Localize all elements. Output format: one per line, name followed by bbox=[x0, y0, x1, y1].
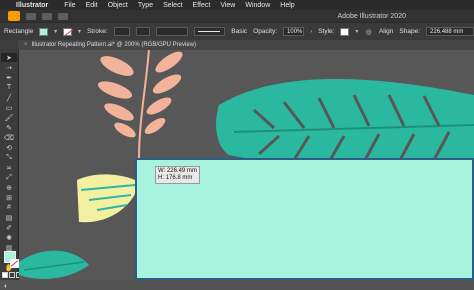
variable-width-dropdown[interactable] bbox=[155, 27, 188, 36]
fill-swatch[interactable] bbox=[39, 27, 49, 36]
chevron-down-icon[interactable]: ▾ bbox=[54, 28, 57, 35]
illustrator-logo-icon bbox=[8, 11, 20, 21]
gradient-mode-icon[interactable] bbox=[9, 272, 15, 278]
yellow-leaf[interactable] bbox=[77, 174, 139, 223]
tools-panel: ➤ ⇢ ✒ T ╱ ▭ 🖌 ✎ ⌫ ⟲ ⤡ ≍ ⤢ ⊕ ⊞ # ▤ ✐ ✺ ▥ … bbox=[0, 40, 22, 290]
document-tabbar: × Illustrator Repeating Pattern.ai* @ 20… bbox=[18, 40, 474, 50]
align-label[interactable]: Align bbox=[379, 28, 393, 35]
perspective-grid-icon[interactable]: ⊞ bbox=[1, 193, 17, 202]
mac-menubar: Illustrator File Edit Object Type Select… bbox=[0, 0, 474, 10]
color-mode-icon[interactable] bbox=[2, 272, 8, 278]
tooltip-width: W: 226.49 mm bbox=[158, 168, 197, 174]
close-icon[interactable]: × bbox=[24, 42, 28, 48]
teal-palm-leaf[interactable] bbox=[216, 78, 474, 167]
recolor-artwork-icon[interactable]: ◎ bbox=[364, 27, 373, 36]
small-teal-leaf[interactable] bbox=[19, 250, 89, 279]
stroke-color-swatch[interactable] bbox=[10, 259, 19, 268]
document-tab-label: Illustrator Repeating Pattern.ai* @ 200%… bbox=[31, 42, 197, 48]
chevron-right-icon[interactable]: › bbox=[310, 29, 312, 35]
window-title: Adobe Illustrator 2020 bbox=[337, 12, 407, 20]
type-icon[interactable]: T bbox=[1, 83, 17, 92]
document-tab[interactable]: × Illustrator Repeating Pattern.ai* @ 20… bbox=[24, 42, 196, 48]
menu-window[interactable]: Window bbox=[245, 2, 270, 9]
menu-edit[interactable]: Edit bbox=[86, 2, 98, 9]
menu-object[interactable]: Object bbox=[108, 2, 128, 9]
peach-fern-leaf[interactable] bbox=[96, 50, 186, 159]
selection-type-label: Rectangle bbox=[4, 28, 34, 35]
paintbrush-icon[interactable]: 🖌 bbox=[1, 113, 17, 122]
arrange-documents-button[interactable] bbox=[58, 12, 68, 20]
menu-effect[interactable]: Effect bbox=[193, 2, 211, 9]
opacity-label[interactable]: Opacity: bbox=[253, 28, 277, 35]
menu-help[interactable]: Help bbox=[280, 2, 294, 9]
pen-icon[interactable]: ✒ bbox=[1, 73, 17, 82]
dimension-tooltip: W: 226.49 mm H: 176.8 mm bbox=[155, 166, 200, 184]
width-field[interactable]: 226.488 mm bbox=[426, 27, 474, 36]
style-label: Style: bbox=[318, 28, 335, 35]
app-menu[interactable]: Illustrator bbox=[16, 2, 48, 9]
draw-mode-icon[interactable]: ◐ bbox=[4, 283, 8, 290]
eyedropper-icon[interactable]: ✐ bbox=[1, 223, 17, 232]
brush-definition[interactable] bbox=[193, 27, 226, 36]
direct-selection-icon[interactable]: ⇢ bbox=[1, 63, 17, 72]
home-button[interactable] bbox=[26, 12, 36, 20]
shape-builder-icon[interactable]: ⊕ bbox=[1, 183, 17, 192]
brush-label: Basic bbox=[231, 28, 248, 35]
graphic-style-swatch[interactable] bbox=[340, 27, 350, 36]
free-transform-icon[interactable]: ⤢ bbox=[1, 173, 17, 182]
pencil-icon[interactable]: ✎ bbox=[1, 123, 17, 132]
selection-arrow-icon[interactable]: ➤ bbox=[1, 53, 17, 62]
variable-width-profile[interactable] bbox=[135, 27, 150, 36]
control-bar: Rectangle ▾ ▾ Stroke: Basic Opacity: 100… bbox=[0, 23, 474, 40]
app-titlebar: Adobe Illustrator 2020 bbox=[0, 10, 474, 23]
opacity-field[interactable]: 100% bbox=[283, 27, 305, 36]
stroke-swatch[interactable] bbox=[63, 27, 73, 36]
rectangle-icon[interactable]: ▭ bbox=[1, 103, 17, 112]
chevron-down-icon[interactable]: ▾ bbox=[78, 28, 81, 35]
stroke-label: Stroke: bbox=[87, 28, 108, 35]
brush-stroke-preview bbox=[197, 31, 220, 32]
scale-icon[interactable]: ⤡ bbox=[1, 153, 17, 162]
chevron-down-icon[interactable]: ▾ bbox=[355, 28, 358, 35]
rotate-icon[interactable]: ⟲ bbox=[1, 143, 17, 152]
symbol-sprayer-icon[interactable]: ✺ bbox=[1, 233, 17, 242]
menu-file[interactable]: File bbox=[64, 2, 75, 9]
menu-type[interactable]: Type bbox=[138, 2, 153, 9]
tooltip-height: H: 176.8 mm bbox=[158, 175, 193, 181]
gradient-icon[interactable]: ▤ bbox=[1, 213, 17, 222]
width-icon[interactable]: ≍ bbox=[1, 163, 17, 172]
shape-label[interactable]: Shape: bbox=[399, 28, 420, 35]
menu-select[interactable]: Select bbox=[163, 2, 182, 9]
stroke-weight-field[interactable] bbox=[113, 27, 130, 36]
workspace-button[interactable] bbox=[42, 12, 52, 20]
eraser-icon[interactable]: ⌫ bbox=[1, 133, 17, 142]
line-icon[interactable]: ╱ bbox=[1, 93, 17, 102]
artboard-canvas[interactable]: W: 226.49 mm H: 176.8 mm bbox=[19, 50, 474, 280]
mesh-icon[interactable]: # bbox=[1, 203, 17, 212]
menu-view[interactable]: View bbox=[220, 2, 235, 9]
